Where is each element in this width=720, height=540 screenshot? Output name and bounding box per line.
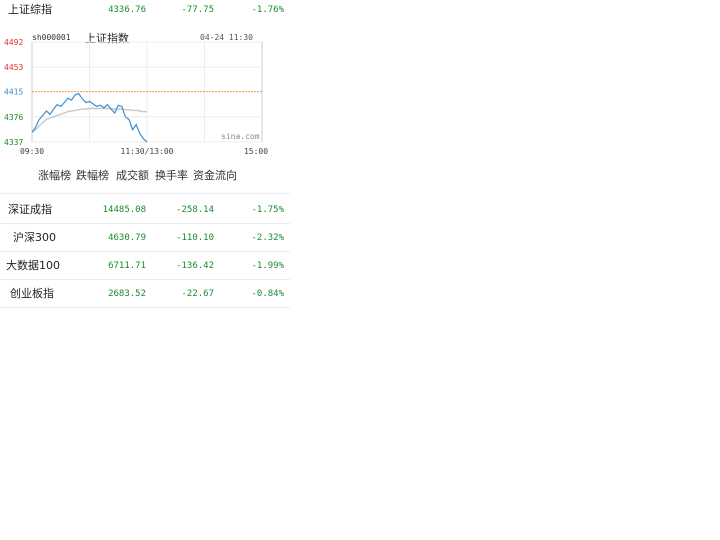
- index-change: -77.75: [181, 5, 214, 15]
- index-name[interactable]: 创业板指: [10, 284, 54, 304]
- index-change: -136.42: [176, 261, 214, 271]
- tab-capital-flow[interactable]: 资金流向: [193, 168, 237, 184]
- index-change: -110.10: [176, 233, 214, 243]
- intraday-chart[interactable]: 4492 4453 4415 4376 4337 09:30 11:30/13:00 15:…: [0, 28, 290, 163]
- divider: [0, 193, 290, 194]
- x-axis: 09:30 11:30/13:00 15:00: [20, 147, 268, 156]
- y-tick-label: 4337: [4, 138, 23, 147]
- tab-turnover-rate[interactable]: 换手率: [155, 168, 188, 184]
- y-tick-label: 4415: [4, 88, 23, 97]
- x-tick-label: 09:30: [20, 147, 44, 156]
- index-price: 6711.71: [108, 261, 146, 271]
- y-axis: 4492 4453 4415 4376 4337: [4, 38, 23, 147]
- chart-watermark: sina.com: [221, 132, 260, 141]
- index-percent: -1.99%: [251, 261, 284, 271]
- y-tick-label: 4492: [4, 38, 23, 47]
- tab-top-gainers[interactable]: 涨幅榜: [38, 168, 71, 184]
- index-price: 2683.52: [108, 289, 146, 299]
- index-price: 4336.76: [108, 5, 146, 15]
- index-name[interactable]: 大数据100: [6, 256, 60, 276]
- tab-top-losers[interactable]: 跌幅榜: [76, 168, 109, 184]
- index-name[interactable]: 深证成指: [8, 200, 52, 220]
- index-change: -22.67: [181, 289, 214, 299]
- index-percent: -0.84%: [251, 289, 284, 299]
- index-percent: -1.75%: [251, 205, 284, 215]
- divider: [0, 223, 290, 224]
- index-price: 14485.08: [102, 205, 146, 215]
- chart-grid: [31, 41, 263, 143]
- x-tick-label: 15:00: [244, 147, 268, 156]
- y-tick-label: 4453: [4, 63, 23, 72]
- divider: [0, 251, 290, 252]
- divider: [0, 279, 290, 280]
- index-percent: -1.76%: [251, 5, 284, 15]
- divider: [0, 307, 290, 308]
- y-tick-label: 4376: [4, 113, 23, 122]
- index-price: 4630.79: [108, 233, 146, 243]
- x-tick-label: 11:30/13:00: [121, 147, 174, 156]
- index-name[interactable]: 上证综指: [8, 0, 52, 20]
- index-change: -258.14: [176, 205, 214, 215]
- index-percent: -2.32%: [251, 233, 284, 243]
- top-index-row[interactable]: 上证综指 4336.76 -77.75 -1.76%: [0, 0, 290, 28]
- tab-turnover-amount[interactable]: 成交额: [116, 168, 149, 184]
- index-name[interactable]: 沪深300: [13, 228, 56, 248]
